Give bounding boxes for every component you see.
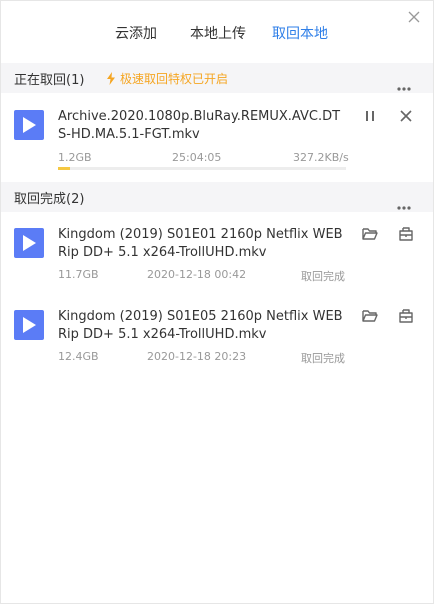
speed-privilege-text: 极速取回特权已开启 [120, 72, 229, 86]
completed-section-title: 取回完成(2) [14, 192, 85, 207]
lightning-icon [107, 72, 115, 85]
progress-bar [58, 167, 346, 170]
tab-bar: 云添加 本地上传 取回本地 [1, 24, 433, 46]
time-remaining: 25:04:05 [172, 151, 222, 164]
download-speed: 327.2KB/s [293, 151, 349, 164]
file-size: 12.4GB [58, 350, 99, 363]
progress-fill [58, 167, 70, 170]
play-icon[interactable] [14, 110, 44, 140]
completed-item: Kingdom (2019) S01E05 2160p Netflix WEBR… [1, 301, 433, 371]
cancel-icon[interactable] [397, 107, 415, 125]
speed-privilege-badge: 极速取回特权已开启 [106, 70, 228, 87]
transfer-panel: 云添加 本地上传 取回本地 正在取回(1) 极速取回特权已开启 Archive.… [0, 0, 434, 604]
open-folder-icon[interactable] [361, 225, 379, 243]
more-icon[interactable] [397, 76, 411, 91]
downloading-item: Archive.2020.1080p.BluRay.REMUX.AVC.DTS-… [1, 101, 433, 177]
tab-cloud-add[interactable]: 云添加 [115, 24, 157, 44]
open-folder-icon[interactable] [361, 307, 379, 325]
pause-icon[interactable] [361, 107, 379, 125]
downloading-section-header: 正在取回(1) 极速取回特权已开启 [1, 63, 433, 93]
downloading-section-title: 正在取回(1) [14, 73, 85, 88]
close-icon[interactable] [407, 9, 421, 23]
status-text: 取回完成 [301, 352, 345, 365]
file-name: Kingdom (2019) S01E01 2160p Netflix WEBR… [58, 227, 343, 260]
completed-date: 2020-12-18 20:23 [147, 350, 247, 363]
file-size: 11.7GB [58, 268, 99, 281]
completed-date: 2020-12-18 00:42 [147, 268, 247, 281]
file-name: Kingdom (2019) S01E05 2160p Netflix WEBR… [58, 309, 343, 342]
tab-local-upload[interactable]: 本地上传 [190, 24, 246, 44]
locate-icon[interactable] [397, 225, 415, 243]
completed-section-header: 取回完成(2) [1, 182, 433, 212]
status-text: 取回完成 [301, 270, 345, 283]
locate-icon[interactable] [397, 307, 415, 325]
tab-retrieve-local[interactable]: 取回本地 [272, 24, 328, 44]
completed-item: Kingdom (2019) S01E01 2160p Netflix WEBR… [1, 219, 433, 289]
play-icon[interactable] [14, 228, 44, 258]
file-name: Archive.2020.1080p.BluRay.REMUX.AVC.DTS-… [58, 109, 341, 142]
more-icon[interactable] [397, 195, 411, 210]
play-icon[interactable] [14, 310, 44, 340]
file-size: 1.2GB [58, 151, 92, 164]
